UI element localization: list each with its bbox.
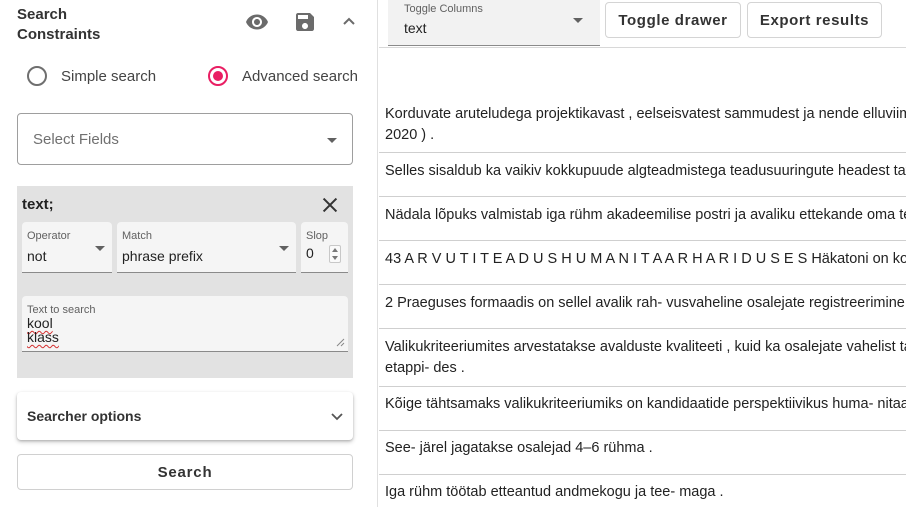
eye-icon[interactable] [245, 10, 269, 34]
advanced-search-radio[interactable]: Advanced search [208, 62, 358, 90]
close-icon[interactable] [319, 194, 341, 216]
results-pane: Toggle Columns text Toggle drawer Export… [379, 0, 906, 507]
dropdown-arrow-icon [573, 18, 583, 23]
dropdown-arrow-icon [95, 246, 105, 251]
result-text: 43 A R V U T I T E A D U S H U M A N I T… [385, 251, 906, 267]
select-fields-dropdown[interactable]: Select Fields [17, 113, 353, 165]
drawer-title-line2: Constraints [17, 26, 101, 43]
table-row: Valikukriteeriumites arvestatakse avaldu… [379, 329, 906, 387]
export-results-button[interactable]: Export results [747, 2, 882, 38]
number-spinner-icon[interactable] [329, 245, 341, 263]
simple-search-label: Simple search [61, 67, 157, 85]
operator-value: not [27, 248, 47, 264]
result-text: Korduvate aruteludega projektikavast , e… [385, 106, 906, 122]
text-to-search-field[interactable]: Text to search kool klass [22, 296, 348, 352]
chevron-down-icon [331, 413, 343, 421]
table-row: See- järel jagatakse osalejad 4–6 rühma … [379, 431, 906, 475]
constraint-panel: text; Operator not Match phrase prefix S… [17, 186, 353, 378]
result-text: etappi- des . [385, 360, 465, 376]
chevron-up-icon[interactable] [337, 10, 361, 34]
dropdown-arrow-icon [327, 138, 337, 143]
result-text: Valikukriteeriumites arvestatakse avaldu… [385, 339, 906, 355]
advanced-search-label: Advanced search [242, 67, 358, 85]
search-drawer: Search Constraints Simple search Advance… [0, 0, 378, 507]
match-label: Match [122, 230, 152, 242]
result-text: Selles sisaldub ka vaikiv kokkupuude alg… [385, 163, 906, 179]
resize-handle-icon[interactable] [335, 337, 345, 347]
dropdown-arrow-icon [279, 246, 289, 251]
result-text: Kõige tähtsamaks valikukriteeriumiks on … [385, 396, 906, 412]
select-fields-placeholder: Select Fields [33, 130, 119, 148]
result-text: 2 Praeguses formaadis on sellel avalik r… [385, 295, 906, 311]
slop-input[interactable]: Slop 0 [301, 222, 348, 273]
search-button[interactable]: Search [17, 454, 353, 490]
toggle-columns-select[interactable]: Toggle Columns text [388, 0, 600, 46]
table-row: 43 A R V U T I T E A D U S H U M A N I T… [379, 241, 906, 285]
result-text: Iga rühm töötab etteantud andmekogu ja t… [385, 484, 724, 500]
save-icon[interactable] [293, 10, 317, 34]
header-divider [379, 47, 906, 48]
text-to-search-value[interactable]: kool klass [27, 316, 59, 344]
result-text: 2020 ) . [385, 127, 435, 143]
simple-search-radio[interactable]: Simple search [27, 62, 156, 90]
result-text: See- järel jagatakse osalejad 4–6 rühma … [385, 440, 653, 456]
operator-select[interactable]: Operator not [22, 222, 112, 273]
toggle-columns-value: text [404, 20, 427, 36]
toggle-columns-label: Toggle Columns [404, 3, 483, 15]
table-row: Kõige tähtsamaks valikukriteeriumiks on … [379, 387, 906, 431]
radio-circle-selected[interactable] [208, 66, 228, 86]
table-row: Iga rühm töötab etteantud andmekogu ja t… [379, 475, 906, 507]
drawer-title: Search Constraints [17, 5, 100, 45]
table-row: Selles sisaldub ka vaikiv kokkupuude alg… [379, 153, 906, 197]
drawer-title-line1: Search [17, 6, 68, 23]
slop-label: Slop [306, 230, 329, 242]
searcher-options-label: Searcher options [27, 408, 142, 424]
table-row: Korduvate aruteludega projektikavast , e… [379, 94, 906, 153]
slop-value: 0 [306, 245, 314, 261]
result-text: Nädala lõpuks valmistab iga rühm akadeem… [385, 207, 906, 223]
constraint-title: text; [22, 196, 54, 213]
toggle-drawer-button[interactable]: Toggle drawer [605, 2, 741, 38]
match-select[interactable]: Match phrase prefix [117, 222, 296, 273]
operator-label: Operator [27, 230, 71, 242]
searcher-options-expander[interactable]: Searcher options [17, 392, 353, 440]
match-value: phrase prefix [122, 248, 203, 264]
table-row: 2 Praeguses formaadis on sellel avalik r… [379, 285, 906, 329]
radio-circle[interactable] [27, 66, 47, 86]
table-row: Nädala lõpuks valmistab iga rühm akadeem… [379, 197, 906, 241]
